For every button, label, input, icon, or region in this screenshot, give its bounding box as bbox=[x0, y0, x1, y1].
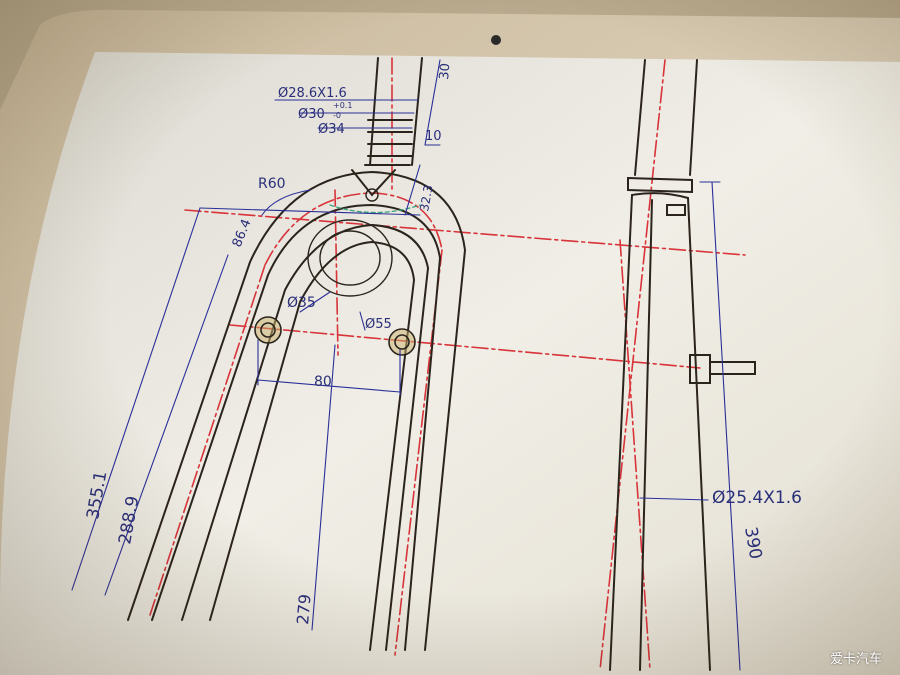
screen bbox=[0, 52, 900, 675]
watermark: 爱卡汽车 bbox=[829, 652, 882, 667]
dim-r60: R60 bbox=[258, 176, 286, 192]
dim-h279: 279 bbox=[293, 593, 315, 625]
dim-side-od: Ø25.4X1.6 bbox=[712, 488, 802, 508]
laptop-bezel: Ø28.6X1.6 +0.1 -0 Ø30 Ø34 30 10 32.3 R60… bbox=[0, 0, 900, 675]
cad-drawing: Ø28.6X1.6 +0.1 -0 Ø30 Ø34 30 10 32.3 R60… bbox=[0, 0, 900, 675]
dim-tol-high: +0.1 bbox=[333, 101, 352, 110]
dim-top-tube-od: Ø28.6X1.6 bbox=[278, 86, 347, 101]
dim-d55: Ø55 bbox=[365, 317, 392, 332]
dim-len30: 30 bbox=[437, 63, 453, 81]
dim-d35: Ø35 bbox=[287, 295, 316, 311]
dim-len10: 10 bbox=[425, 129, 442, 144]
camera-icon bbox=[491, 35, 501, 45]
dim-tol-low: -0 bbox=[333, 111, 341, 120]
dim-d34: Ø34 bbox=[318, 122, 345, 137]
dim-d30: Ø30 bbox=[298, 107, 325, 122]
dim-w80: 80 bbox=[314, 374, 332, 390]
